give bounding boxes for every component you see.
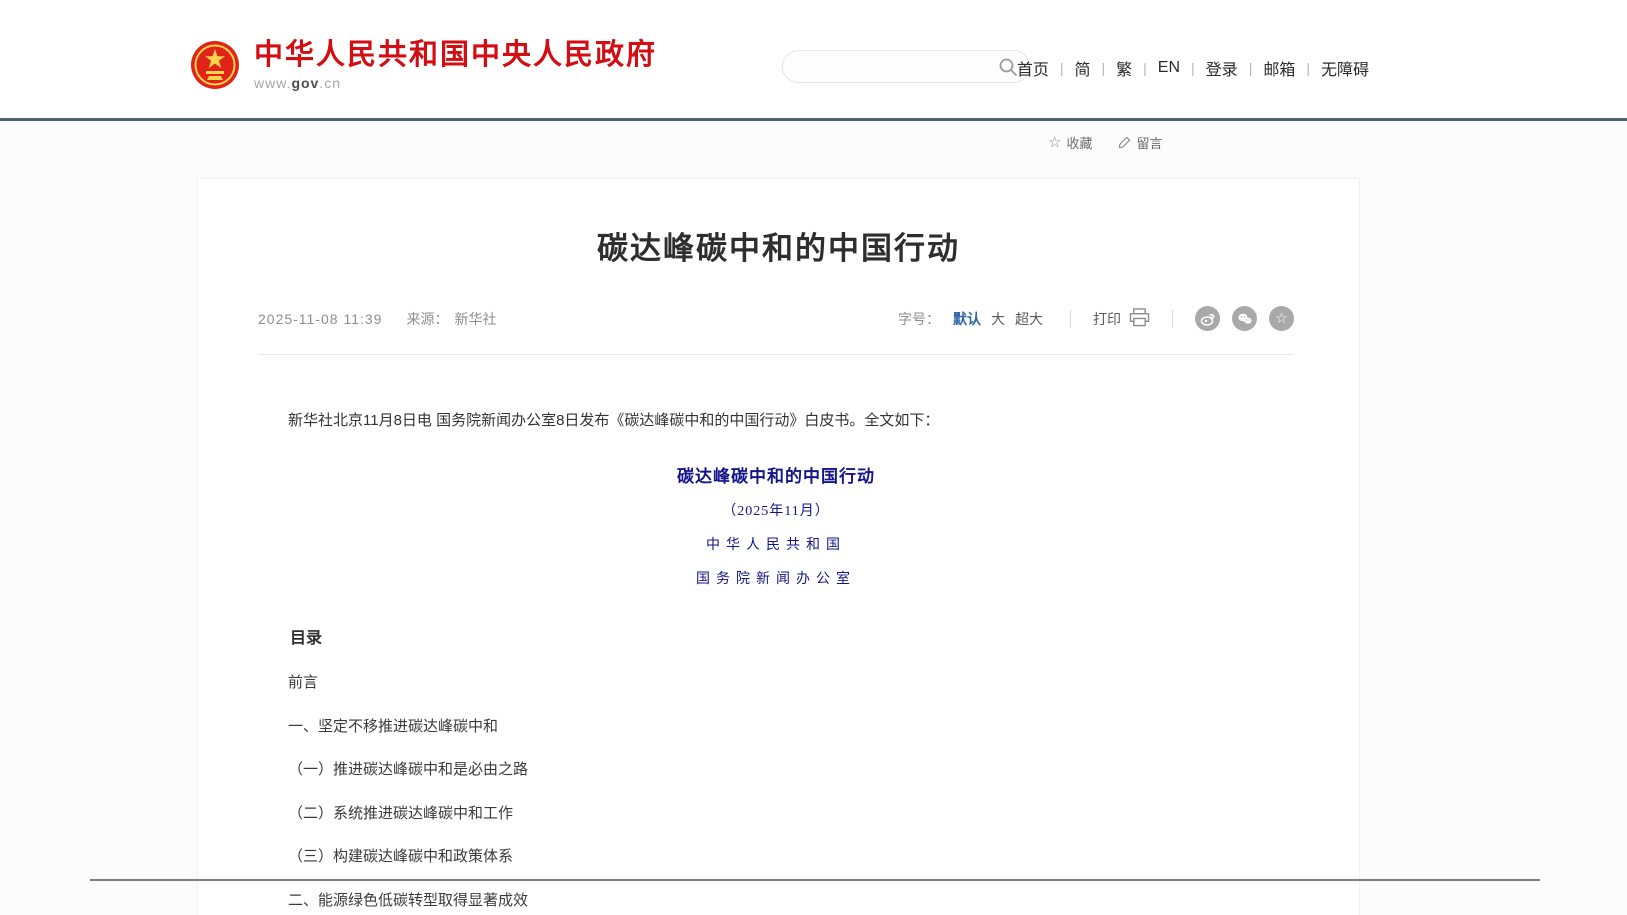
- document-date: （2025年11月）: [258, 500, 1294, 520]
- top-nav: 首页 | 简 | 繁 | EN | 登录 | 邮箱 | 无障碍: [1016, 56, 1370, 80]
- nav-traditional[interactable]: 繁: [1115, 56, 1133, 80]
- document-issuer-line2: 国务院新闻办公室: [258, 568, 1294, 588]
- favorite-link[interactable]: ☆ 收藏: [1048, 133, 1092, 152]
- font-size-xlarge-button[interactable]: 超大: [1015, 309, 1043, 329]
- nav-simplified[interactable]: 简: [1073, 56, 1091, 80]
- document-heading-block: 碳达峰碳中和的中国行动 （2025年11月） 中华人民共和国 国务院新闻办公室: [258, 462, 1294, 588]
- site-url: www.gov.cn: [254, 75, 657, 91]
- site-title: 中华人民共和国中央人民政府: [254, 40, 657, 72]
- document-issuer-line1: 中华人民共和国: [258, 534, 1294, 554]
- content-background: ☆ 收藏 留言 碳达峰碳中和的中国行动 2025-11-08 11:39 来源：…: [0, 121, 1627, 915]
- star-icon: ☆: [1048, 135, 1061, 150]
- nav-separator: |: [1306, 60, 1310, 76]
- article-intro-paragraph: 新华社北京11月8日电 国务院新闻办公室8日发布《碳达峰碳中和的中国行动》白皮书…: [258, 409, 1294, 433]
- nav-home[interactable]: 首页: [1016, 56, 1050, 80]
- toc-item-section1-3: （三）构建碳达峰碳中和政策体系: [258, 849, 1294, 866]
- meta-divider: [258, 354, 1294, 355]
- url-gov: gov: [291, 75, 319, 91]
- search-box[interactable]: [782, 50, 1030, 83]
- qzone-share-icon[interactable]: ☆: [1269, 306, 1294, 331]
- nav-separator: |: [1060, 60, 1064, 76]
- nav-english[interactable]: EN: [1157, 59, 1181, 77]
- site-logo-link[interactable]: 中华人民共和国中央人民政府 www.gov.cn: [190, 40, 657, 91]
- article-meta-row: 2025-11-08 11:39 来源： 新华社 字号： 默认 大 超大 打印: [258, 306, 1294, 331]
- quick-actions: ☆ 收藏 留言: [1048, 133, 1162, 152]
- article-title: 碳达峰碳中和的中国行动: [198, 223, 1359, 268]
- search-input[interactable]: [799, 51, 989, 82]
- document-title: 碳达峰碳中和的中国行动: [258, 462, 1294, 487]
- toc-heading: 目录: [258, 624, 1294, 648]
- publish-date: 2025-11-08 11:39: [258, 311, 382, 327]
- footer-top-border: [90, 879, 1540, 881]
- toc-item-section2: 二、能源绿色低碳转型取得显著成效: [258, 893, 1294, 910]
- toc-item-section1-1: （一）推进碳达峰碳中和是必由之路: [258, 762, 1294, 779]
- wechat-share-icon[interactable]: [1232, 306, 1257, 331]
- article-meta-left: 2025-11-08 11:39 来源： 新华社: [258, 309, 496, 329]
- qzone-star-glyph: ☆: [1275, 311, 1288, 325]
- nav-login[interactable]: 登录: [1205, 56, 1239, 80]
- font-size-large-button[interactable]: 大: [991, 309, 1005, 329]
- source-value[interactable]: 新华社: [454, 309, 496, 329]
- nav-separator: |: [1191, 60, 1195, 76]
- comment-label: 留言: [1136, 133, 1162, 152]
- comment-link[interactable]: 留言: [1118, 133, 1162, 152]
- printer-icon: [1129, 308, 1150, 330]
- article-body: 新华社北京11月8日电 国务院新闻办公室8日发布《碳达峰碳中和的中国行动》白皮书…: [198, 409, 1359, 915]
- url-suffix: .cn: [319, 75, 341, 91]
- font-size-default-button[interactable]: 默认: [953, 309, 981, 329]
- font-size-label: 字号：: [898, 309, 940, 329]
- nav-separator: |: [1102, 60, 1106, 76]
- meta-separator: [1172, 310, 1173, 328]
- print-button[interactable]: 打印: [1093, 308, 1150, 330]
- url-prefix: www.: [254, 75, 291, 91]
- nav-accessibility[interactable]: 无障碍: [1320, 56, 1370, 80]
- nav-separator: |: [1143, 60, 1147, 76]
- meta-separator: [1070, 310, 1071, 328]
- pencil-icon: [1118, 136, 1131, 149]
- nav-separator: |: [1249, 60, 1253, 76]
- toc-item-section1: 一、坚定不移推进碳达峰碳中和: [258, 719, 1294, 736]
- share-group: ☆: [1195, 306, 1294, 331]
- weibo-share-icon[interactable]: [1195, 306, 1220, 331]
- toc-item-preface: 前言: [258, 675, 1294, 692]
- source-label: 来源：: [406, 309, 448, 329]
- favorite-label: 收藏: [1066, 133, 1092, 152]
- toc-item-section1-2: （二）系统推进碳达峰碳中和工作: [258, 806, 1294, 823]
- article-card: 碳达峰碳中和的中国行动 2025-11-08 11:39 来源： 新华社 字号：…: [197, 178, 1360, 915]
- site-header: 中华人民共和国中央人民政府 www.gov.cn 首页 | 简 | 繁 | EN | 登…: [0, 0, 1627, 118]
- article-meta-right: 字号： 默认 大 超大 打印: [898, 306, 1294, 331]
- nav-mail[interactable]: 邮箱: [1262, 56, 1296, 80]
- print-label: 打印: [1093, 309, 1121, 329]
- national-emblem-icon: [190, 40, 240, 90]
